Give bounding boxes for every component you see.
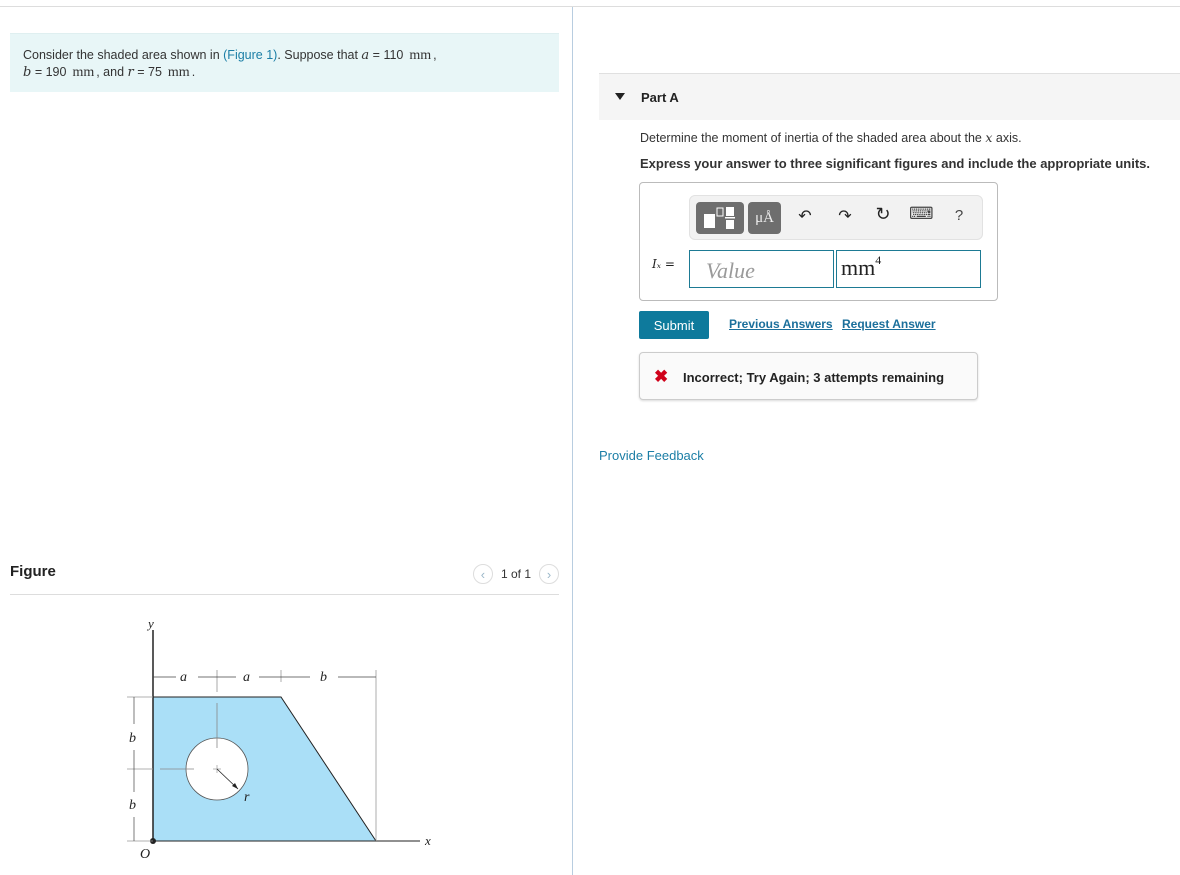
- separator: , and: [96, 65, 128, 79]
- instruction-text: Express your answer to three significant…: [640, 156, 1150, 171]
- help-button[interactable]: ?: [948, 207, 970, 224]
- reset-icon: ↻: [875, 204, 891, 224]
- figure-link[interactable]: (Figure 1): [223, 48, 277, 62]
- value-r: = 75: [137, 65, 162, 79]
- part-a-title: Part A: [641, 90, 679, 105]
- figure-header: Figure ‹ 1 of 1 ›: [10, 560, 559, 595]
- request-answer-link[interactable]: Request Answer: [842, 317, 936, 331]
- math-toolbar: μÅ ↶ ↷ ↻ ⌨ ?: [689, 195, 983, 240]
- figure-pager: ‹ 1 of 1 ›: [472, 564, 559, 584]
- problem-text: . Suppose that: [277, 48, 362, 62]
- caret-down-icon[interactable]: [615, 93, 625, 100]
- reset-button[interactable]: ↻: [872, 204, 894, 225]
- unit-mm: mm: [72, 65, 95, 80]
- chevron-left-icon: ‹: [480, 566, 486, 582]
- next-figure-button[interactable]: ›: [539, 564, 559, 584]
- figure-diagram: y x O a a b b b r: [127, 616, 431, 862]
- redo-button[interactable]: ↷: [834, 206, 856, 226]
- value-a: = 110: [372, 48, 404, 62]
- previous-answers-link[interactable]: Previous Answers: [729, 317, 833, 331]
- value-input[interactable]: [689, 250, 834, 288]
- unit-mm: mm: [167, 65, 190, 80]
- question-post: axis.: [992, 131, 1022, 145]
- label-a2: a: [243, 670, 250, 685]
- value-b: = 190: [34, 65, 67, 79]
- unit-input[interactable]: mm4: [836, 250, 981, 288]
- label-r: r: [244, 790, 250, 805]
- chevron-right-icon: ›: [546, 566, 552, 582]
- incorrect-icon: ✖: [654, 367, 669, 386]
- label-a1: a: [180, 670, 187, 685]
- label-b-left2: b: [129, 798, 136, 813]
- prev-figure-button[interactable]: ‹: [472, 564, 493, 584]
- units-button[interactable]: μÅ: [748, 202, 781, 234]
- unit-text: mm: [841, 255, 876, 280]
- feedback-message: ✖ Incorrect; Try Again; 3 attempts remai…: [639, 352, 978, 400]
- help-icon: ?: [954, 207, 964, 224]
- keyboard-icon: ⌨: [909, 204, 934, 223]
- question-pre: Determine the moment of inertia of the s…: [640, 131, 986, 145]
- unit-exponent: 4: [875, 253, 882, 267]
- separator: .: [191, 65, 196, 79]
- undo-button[interactable]: ↶: [794, 206, 816, 226]
- answer-box: μÅ ↶ ↷ ↻ ⌨ ? Iₓ = mm4: [639, 182, 998, 301]
- pane-divider[interactable]: [572, 7, 573, 875]
- var-r: r: [127, 65, 134, 80]
- label-y: y: [146, 616, 154, 631]
- problem-statement: Consider the shaded area shown in (Figur…: [10, 33, 559, 92]
- template-button[interactable]: [696, 202, 744, 234]
- template-icon: [704, 207, 735, 229]
- redo-icon: ↷: [838, 208, 852, 225]
- question-text: Determine the moment of inertia of the s…: [640, 130, 1022, 145]
- var-b: b: [23, 65, 32, 80]
- page-indicator: 1 of 1: [500, 567, 531, 581]
- provide-feedback-link[interactable]: Provide Feedback: [599, 448, 704, 463]
- top-divider: [0, 6, 1180, 7]
- feedback-text: Incorrect; Try Again; 3 attempts remaini…: [683, 370, 945, 385]
- label-origin: O: [140, 847, 150, 862]
- label-b-top: b: [320, 670, 327, 685]
- unit-mm: mm: [409, 48, 432, 63]
- undo-icon: ↶: [798, 208, 812, 225]
- answer-label: Iₓ =: [652, 257, 675, 271]
- label-b-left1: b: [129, 731, 136, 746]
- problem-text: Consider the shaded area shown in: [23, 48, 224, 62]
- label-x: x: [424, 833, 431, 848]
- units-icon: μÅ: [755, 210, 774, 226]
- figure-title: Figure: [10, 563, 56, 580]
- separator: ,: [433, 48, 437, 62]
- keyboard-button[interactable]: ⌨: [909, 204, 934, 224]
- submit-button[interactable]: Submit: [639, 311, 709, 339]
- part-a-header[interactable]: Part A: [599, 73, 1180, 120]
- var-a: a: [361, 48, 370, 63]
